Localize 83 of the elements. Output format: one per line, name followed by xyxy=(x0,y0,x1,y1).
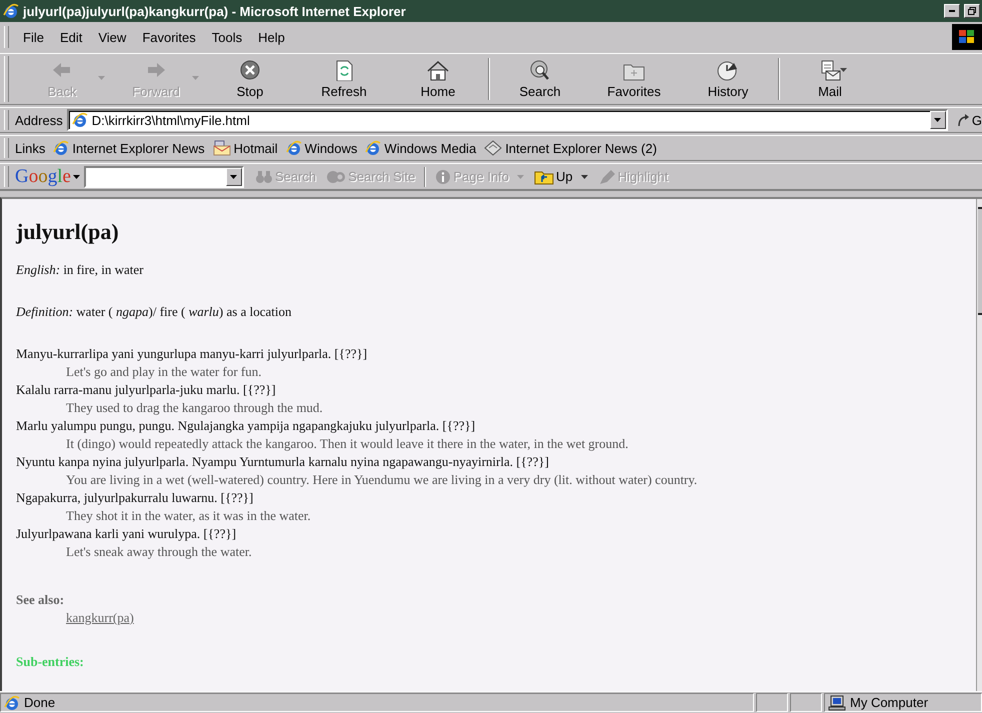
link-button[interactable]: Internet Explorer News (2) xyxy=(482,138,663,158)
caret-icon xyxy=(72,174,80,178)
menu-item[interactable]: Edit xyxy=(52,28,90,46)
caret-icon xyxy=(98,76,105,80)
address-field[interactable]: D:\kirrkirr3\html\myFile.html xyxy=(66,109,948,131)
caret-icon xyxy=(934,118,942,122)
translation-text: You are living in a wet (well-watered) country. Here in Yuendumu we are living in a very dry (lit. without water) country. xyxy=(65,471,698,489)
restore-button[interactable] xyxy=(964,4,980,18)
example-sentence: Kalalu rarra-manu julyurlparla-juku marlu. [{??}] xyxy=(16,381,277,399)
link-button[interactable]: Hotmail xyxy=(210,138,284,158)
toolbar-button[interactable]: Refresh xyxy=(297,56,391,102)
info-icon xyxy=(435,168,452,184)
menu-item[interactable]: File xyxy=(15,28,52,46)
minimize-icon xyxy=(949,10,955,12)
example-sentence: Marlu yalumpu pungu, pungu. Ngulajangka yampija ngapangkajuku julyurlparla. [{??}] xyxy=(16,417,476,435)
zone-label: My Computer xyxy=(850,695,928,710)
stop-icon xyxy=(238,59,262,81)
status-message: Done xyxy=(24,695,56,710)
toolbar-button[interactable]: History xyxy=(681,56,775,102)
example-sentence: Julyurlpawana karli yani wurulypa. [{??}] xyxy=(16,525,238,543)
entry-heading: julyurl(pa) xyxy=(16,219,120,245)
arrow-icon xyxy=(956,113,970,127)
translation-text: They shot it in the water, as it was in the water. xyxy=(65,507,312,525)
caret-icon xyxy=(192,76,199,80)
translation-text: Let's go and play in the water for fun. xyxy=(65,363,262,381)
minimize-button[interactable] xyxy=(944,4,960,18)
section-heading: Sub-entries: xyxy=(16,653,85,671)
envelope-icon xyxy=(212,140,231,156)
menu-item[interactable]: View xyxy=(90,28,134,46)
menu-item[interactable]: Favorites xyxy=(134,28,204,46)
status-panel xyxy=(790,693,822,712)
house-icon xyxy=(426,59,450,81)
address-input[interactable]: D:\kirrkirr3\html\myFile.html xyxy=(92,112,926,128)
window-title: julyurl(pa)julyurl(pa)kangkurr(pa) - Microsoft Internet Explorer xyxy=(23,4,407,18)
search-field[interactable] xyxy=(84,166,244,188)
translation-text: They used to drag the kangaroo through the mud. xyxy=(65,399,324,417)
google-logo[interactable]: Google xyxy=(15,166,84,188)
link-button[interactable]: Windows Media xyxy=(363,138,482,158)
section-heading: See also: xyxy=(16,591,66,609)
throbber-logo xyxy=(952,24,982,50)
link-button[interactable]: Windows xyxy=(284,138,364,158)
computer-icon xyxy=(828,694,846,710)
ie-logo-icon xyxy=(4,694,20,710)
example-sentence: Manyu-kurrarlipa yani yungurlupa manyu-karri julyurlparla. [{??}] xyxy=(16,345,368,363)
ie-logo-icon xyxy=(53,140,70,156)
ie-logo-icon xyxy=(72,112,88,128)
definition-line: Definition: water ( ngapa)/ fire ( warlu) as a location xyxy=(16,303,292,321)
translation-text: It (dingo) would repeatedly attack the kangaroo. Then it would leave it there in the water, in the wet ground. xyxy=(65,435,630,453)
clock-icon xyxy=(716,59,740,81)
address-label: Address xyxy=(15,112,63,128)
translation-text: Let's sneak away through the water. xyxy=(65,543,253,561)
dropdown-button[interactable] xyxy=(930,111,946,129)
marker-icon xyxy=(598,168,616,184)
cross-reference-link[interactable]: kangkurr(pa) xyxy=(66,609,134,627)
status-panel xyxy=(756,693,788,712)
go-button[interactable]: G xyxy=(948,112,982,128)
caret-icon xyxy=(840,68,847,72)
binoculars-icon xyxy=(254,168,273,184)
restore-icon xyxy=(968,7,976,15)
dropdown-button[interactable] xyxy=(226,168,242,186)
toolbar-button[interactable]: Mail xyxy=(783,56,877,102)
ie-logo-icon xyxy=(365,140,382,156)
link-button[interactable]: Internet Explorer News xyxy=(51,138,211,158)
example-sentence: Nyuntu kanpa nyina julyurlparla. Nyampu Yurntumurla karnalu nyina ngapawangu-nyayirnirla. [{??}] xyxy=(16,453,550,471)
caret-icon xyxy=(580,174,588,178)
caret-icon xyxy=(517,174,524,178)
example-sentence: Ngapakurra, julyurlpakurralu luwarnu. [{??}] xyxy=(16,489,254,507)
menu-item[interactable]: Help xyxy=(250,28,293,46)
folder-up-icon xyxy=(534,168,554,184)
toolbar-button[interactable]: Favorites xyxy=(587,56,681,102)
toolbar-button[interactable]: Stop xyxy=(203,56,297,102)
ie-logo-icon xyxy=(3,3,19,19)
toolbar-button[interactable]: Search xyxy=(493,56,587,102)
menu-item[interactable]: Tools xyxy=(204,28,250,46)
english-line: English: in fire, in water xyxy=(16,261,144,279)
site-search-icon xyxy=(326,168,346,184)
diamond-icon xyxy=(484,140,502,156)
caret-icon xyxy=(230,174,238,178)
ie-logo-icon xyxy=(286,140,302,156)
toolbar-button[interactable]: Up xyxy=(529,166,593,186)
toolbar-button[interactable]: Home xyxy=(391,56,485,102)
search-icon xyxy=(528,59,552,81)
links-label: Links xyxy=(15,140,46,156)
